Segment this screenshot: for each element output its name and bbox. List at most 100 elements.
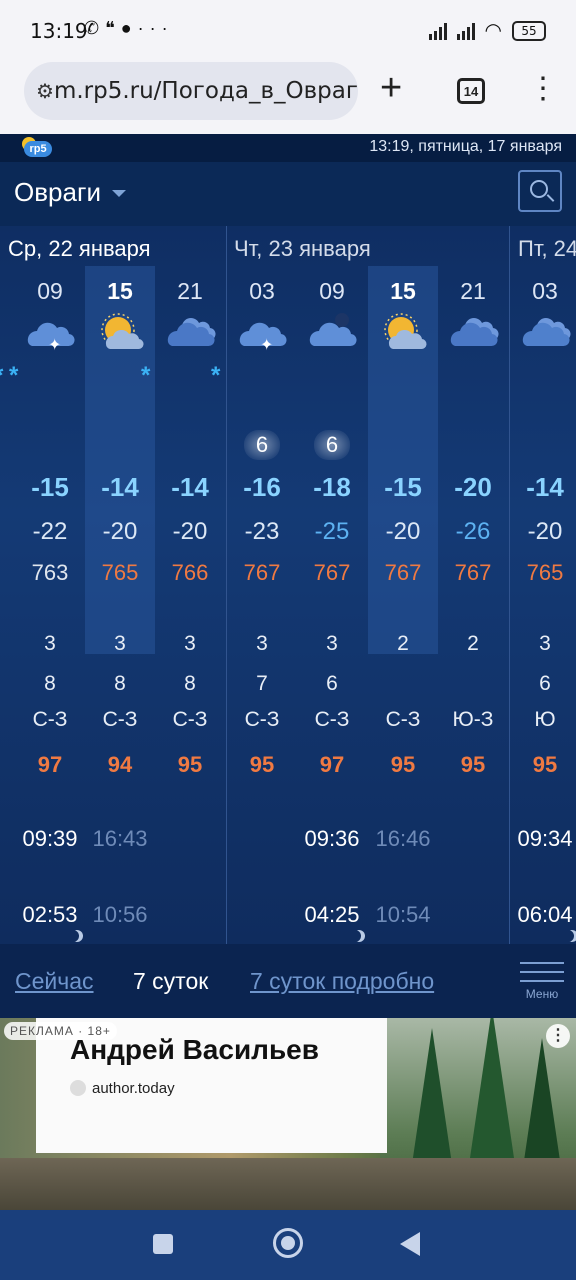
rp5-logo[interactable]: rp5 xyxy=(20,137,52,159)
svg-text:✦: ✦ xyxy=(260,335,273,352)
moon-icon xyxy=(562,930,574,942)
forecast-hour: 09 xyxy=(319,278,345,304)
forecast-column[interactable]: 03 -14 -20 765 3 6 Ю 95 09:34 06:04 xyxy=(510,266,576,944)
snow-icon: * xyxy=(9,362,19,389)
humidity: 95 xyxy=(249,752,275,777)
wind-direction: С-З xyxy=(32,708,68,731)
current-datetime: 13:19, пятница, 17 января xyxy=(369,138,562,155)
humidity: 97 xyxy=(37,752,63,777)
ad-options-button[interactable]: ⋮ xyxy=(546,1024,570,1048)
moon-time: 04:25 xyxy=(304,902,360,927)
pressure: 767 xyxy=(454,560,492,585)
moon-time: 06:04 xyxy=(517,902,573,927)
search-button[interactable] xyxy=(518,170,562,212)
sun-time: 09:39 xyxy=(22,826,78,851)
humidity: 95 xyxy=(177,752,203,777)
pressure: 765 xyxy=(101,560,139,585)
forecast-column[interactable]: 09 ✦ * -15 -22 763 3 8 С-З 97 09:39 02:53 xyxy=(9,266,85,944)
wind-direction: С-З xyxy=(385,708,421,731)
hamburger-icon xyxy=(520,962,564,964)
tab-switcher-button[interactable]: 14 xyxy=(457,78,485,104)
back-button[interactable] xyxy=(400,1232,420,1256)
night-cloud-icon: ✦ xyxy=(227,308,297,356)
forecast-grid[interactable]: Ср, 22 января Чт, 23 января Пт, 24 * 09 ✦… xyxy=(0,226,576,944)
wind-speed: 2 xyxy=(467,632,479,655)
sun-time: 09:34 xyxy=(517,826,573,851)
browser-toolbar: ⚙ m.rp5.ru/Погода_в_Оврагах + 14 ⋮ xyxy=(0,60,576,134)
moon-time: 10:56 xyxy=(92,902,148,927)
wind-speed: 3 xyxy=(114,632,126,655)
site-favicon-icon xyxy=(70,1080,86,1096)
temperature-min: -20 xyxy=(385,518,421,545)
temperature-max: -14 xyxy=(171,472,209,502)
wind-direction: С-З xyxy=(244,708,280,731)
moon-icon xyxy=(67,930,79,942)
temperature-min: -20 xyxy=(527,518,563,545)
wind-speed: 3 xyxy=(44,632,56,655)
home-button[interactable] xyxy=(273,1228,303,1258)
temperature-min: -26 xyxy=(455,518,491,545)
wind-direction: С-З xyxy=(314,708,350,731)
city-row: Овраги xyxy=(0,162,576,226)
wind-speed: 2 xyxy=(397,632,409,655)
nav-week-tab[interactable]: 7 суток xyxy=(133,968,208,995)
sun-time: 16:46 xyxy=(375,826,431,851)
recents-button[interactable] xyxy=(153,1234,173,1254)
wind-gust: 8 xyxy=(114,672,126,695)
forecast-column[interactable]: 09 6 -18 -25 767 3 6 С-З 97 09:36 04:25 xyxy=(297,266,367,944)
temperature-max: -16 xyxy=(243,472,281,502)
url-bar[interactable]: ⚙ m.rp5.ru/Погода_в_Оврагах xyxy=(24,62,358,120)
wind-gust: 8 xyxy=(44,672,56,695)
wifi-icon: ◠ xyxy=(484,20,502,42)
pressure: 767 xyxy=(243,560,281,585)
menu-label: Меню xyxy=(525,987,559,1001)
night-cloud-snow-icon: ✦ xyxy=(15,308,85,356)
forecast-column[interactable]: 15 -15 -20 767 2 С-З 95 16:46 10:54 xyxy=(368,266,438,927)
chat-icon: ❝ xyxy=(105,18,121,38)
forecast-hour: 15 xyxy=(390,278,416,304)
ad-banner[interactable]: Андрей Васильев author.today РЕКЛАМА · 1… xyxy=(0,1018,576,1210)
menu-button[interactable]: Меню xyxy=(520,962,564,1001)
temperature-min: -22 xyxy=(32,518,68,545)
temperature-max: -14 xyxy=(101,472,139,502)
cloudy-icon xyxy=(155,308,225,356)
whatsapp-icon: ✆ xyxy=(84,18,106,38)
pressure: 765 xyxy=(526,560,564,585)
wind-speed: 3 xyxy=(184,632,196,655)
snow-icon: * xyxy=(141,362,151,389)
city-name[interactable]: Овраги xyxy=(14,177,101,208)
signal-icon-2 xyxy=(456,22,475,40)
wind-gust: 8 xyxy=(184,672,196,695)
forecast-hour: 21 xyxy=(177,278,203,304)
forecast-column[interactable]: 21 * -14 -20 766 3 8 С-З 95 xyxy=(155,266,225,944)
nav-now-link[interactable]: Сейчас xyxy=(15,968,94,995)
forecast-column[interactable]: 03 ✦ 6 -16 -23 767 3 7 С-З 95 xyxy=(227,266,297,944)
search-icon xyxy=(530,180,548,198)
temperature-max: -14 xyxy=(526,472,564,502)
forecast-column[interactable]: 15 * -14 -20 765 3 8 С-З 94 16:43 10:56 xyxy=(85,266,155,927)
temperature-min: -25 xyxy=(314,518,350,545)
temperature-max: -15 xyxy=(384,472,422,502)
wind-direction: С-З xyxy=(102,708,138,731)
temperature-min: -23 xyxy=(244,518,280,545)
humidity: 95 xyxy=(532,752,558,777)
ad-badge: РЕКЛАМА · 18+ xyxy=(4,1022,117,1040)
browser-menu-button[interactable]: ⋮ xyxy=(528,74,558,104)
forecast-hour: 09 xyxy=(37,278,63,304)
temperature-max: -20 xyxy=(454,472,492,502)
site-settings-icon[interactable]: ⚙ xyxy=(36,79,54,104)
forecast-column[interactable]: 21 -20 -26 767 2 Ю-З 95 xyxy=(438,266,508,944)
temperature-min: -20 xyxy=(172,518,208,545)
new-tab-button[interactable]: + xyxy=(380,68,402,108)
nav-week-detail-link[interactable]: 7 суток подробно xyxy=(250,968,434,995)
more-icon: ··· xyxy=(137,18,174,38)
snow-icon: * xyxy=(0,362,3,390)
day-label: Пт, 24 xyxy=(518,236,576,261)
wind-direction: С-З xyxy=(172,708,208,731)
wind-speed: 3 xyxy=(256,632,268,655)
ad-site[interactable]: author.today xyxy=(70,1080,175,1097)
notification-icons: ✆❝●··· xyxy=(84,18,174,39)
wind-direction: Ю xyxy=(534,708,556,731)
pressure: 767 xyxy=(384,560,422,585)
chevron-down-icon[interactable] xyxy=(112,190,126,197)
